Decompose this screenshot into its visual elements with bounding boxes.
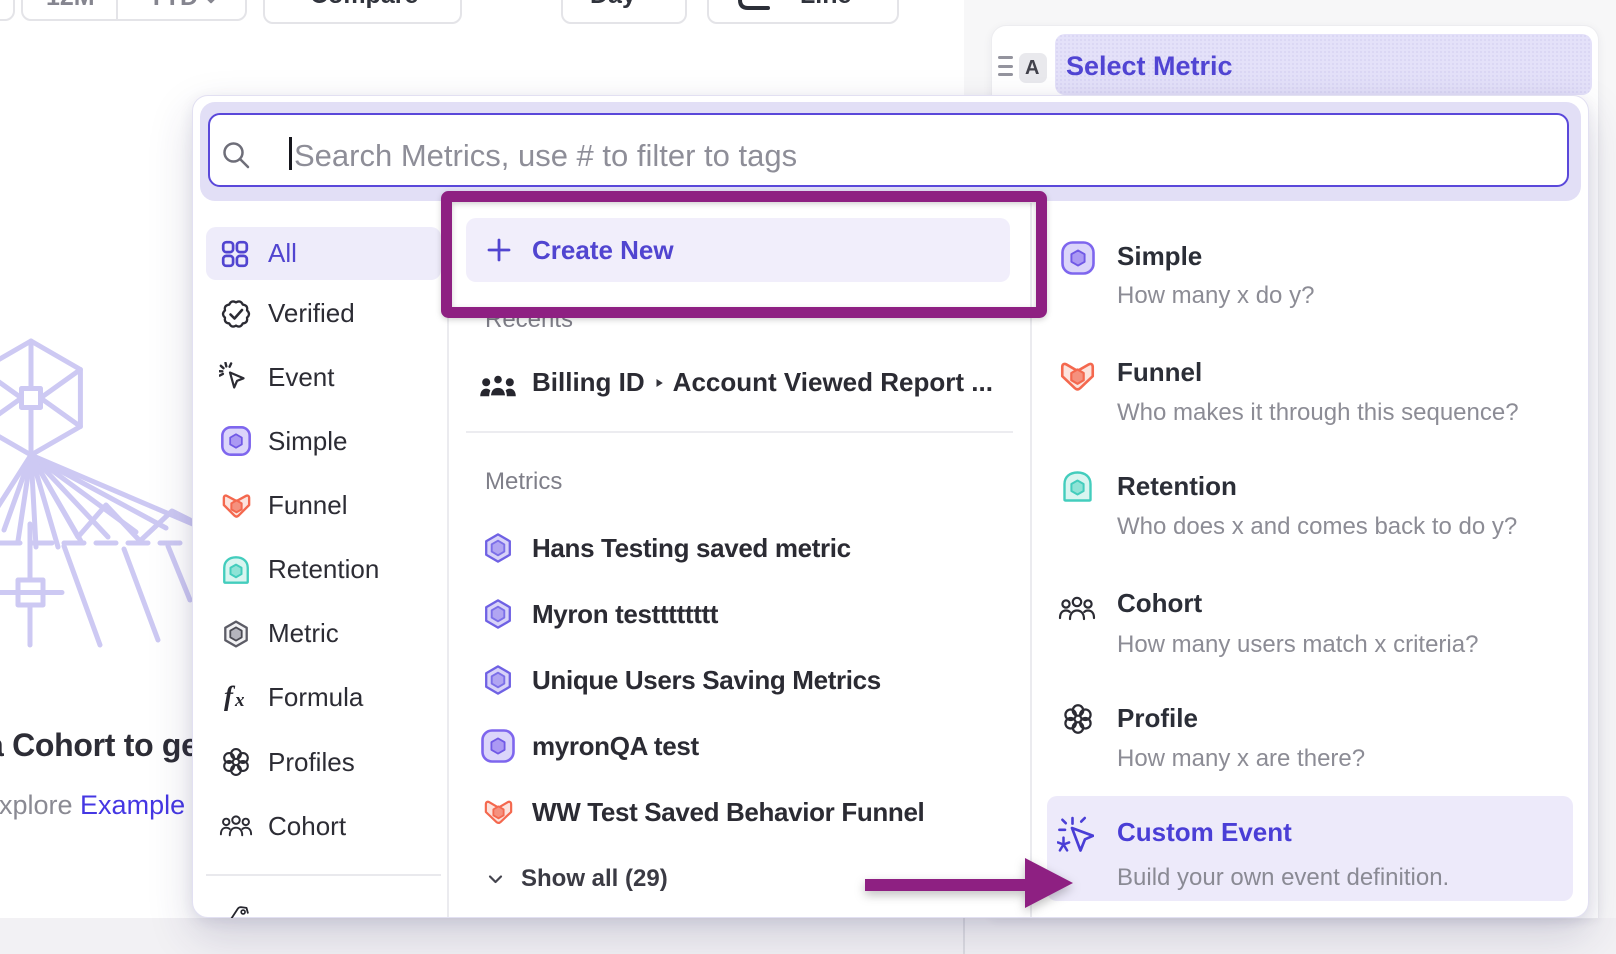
svg-text:x: x (234, 690, 245, 711)
